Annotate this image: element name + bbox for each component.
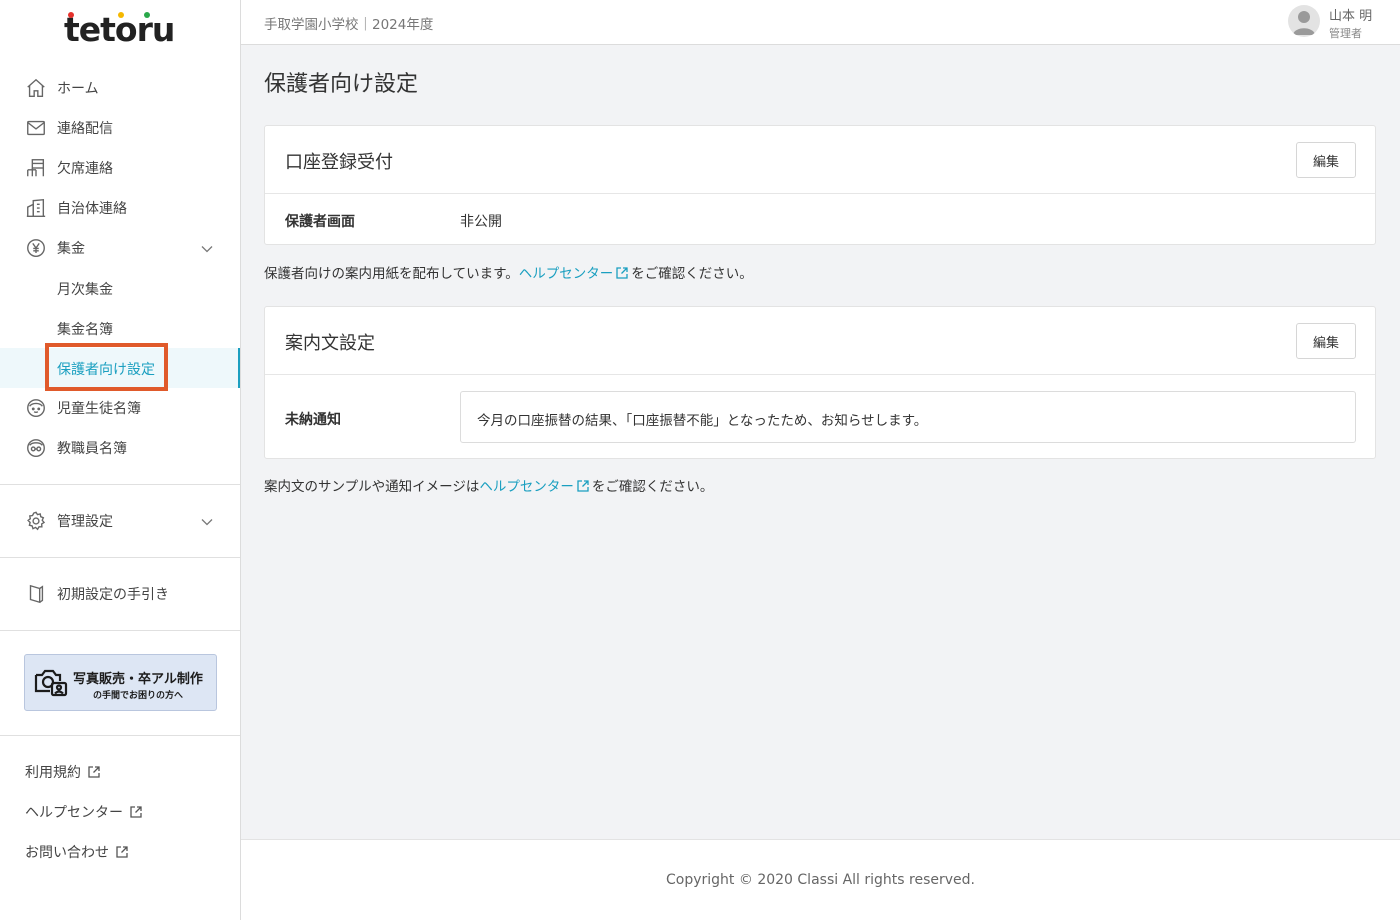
sidebar-subitem-payment-roster[interactable]: 集金名簿: [0, 308, 240, 348]
banner-subtitle: の手間でお困りの方へ: [93, 691, 184, 701]
sidebar-item-label: ホーム: [57, 81, 99, 97]
contact-link-label: お問い合わせ: [25, 845, 109, 861]
unpaid-notice-label: 未納通知: [285, 412, 341, 428]
sidebar-divider: [0, 735, 240, 736]
user-role: 管理者: [1329, 27, 1362, 40]
sidebar-subitem-label: 集金名簿: [57, 322, 113, 338]
school-name: 手取学園小学校｜2024年度: [264, 17, 434, 33]
user-name[interactable]: 山本 明: [1329, 5, 1372, 24]
sidebar-item-label: 集金: [57, 241, 85, 257]
student-icon: [25, 397, 47, 419]
card-title: 案内文設定: [285, 333, 375, 354]
camera-icon: [34, 667, 68, 699]
help-center-inline-label: ヘルプセンター: [479, 479, 574, 495]
guardian-screen-value: 非公開: [460, 214, 502, 230]
logo-dot-green: [144, 12, 150, 18]
unpaid-notice-text: 今月の口座振替の結果、「口座振替不能」となったため、お知らせします。: [477, 413, 928, 429]
chevron-down-icon: [200, 241, 214, 255]
card-title: 口座登録受付: [285, 152, 393, 173]
footer: Copyright © 2020 Classi All rights reser…: [241, 839, 1400, 920]
help-center-inline-link[interactable]: ヘルプセンター: [479, 479, 592, 495]
sidebar-item-label: 自治体連絡: [57, 201, 127, 217]
unpaid-notice-message: 今月の口座振替の結果、「口座振替不能」となったため、お知らせします。: [460, 391, 1356, 443]
edit-button[interactable]: 編集: [1296, 323, 1356, 359]
sidebar-item-label: 教職員名簿: [57, 441, 127, 457]
help-center-inline-link[interactable]: ヘルプセンター: [519, 266, 632, 282]
guide-note: 保護者向けの案内用紙を配布しています。ヘルプセンター をご確認ください。: [264, 262, 753, 282]
sidebar-subitem-label: 月次集金: [57, 282, 113, 298]
sidebar-divider: [0, 557, 240, 558]
sidebar-subitem-monthly-payment[interactable]: 月次集金: [0, 268, 240, 308]
terms-link[interactable]: 利用規約: [25, 762, 101, 782]
banner-title: 写真販売・卒アル制作: [73, 672, 203, 687]
chair-icon: [25, 157, 47, 179]
sidebar-item-label: 初期設定の手引き: [57, 587, 169, 603]
card-header: 案内文設定 編集: [265, 307, 1375, 375]
building-icon: [25, 197, 47, 219]
external-link-icon: [577, 480, 589, 492]
copyright: Copyright © 2020 Classi All rights reser…: [666, 872, 975, 888]
help-center-inline-label: ヘルプセンター: [518, 266, 614, 282]
page-title: 保護者向け設定: [264, 72, 419, 97]
guardian-screen-label: 保護者画面: [285, 214, 355, 230]
chevron-down-icon: [200, 514, 214, 528]
avatar[interactable]: [1288, 5, 1320, 37]
note-text: をご確認ください。: [631, 266, 753, 282]
sidebar-item-messages[interactable]: 連絡配信: [0, 108, 240, 148]
logo-dot-yellow: [118, 12, 124, 18]
account-registration-card: 口座登録受付 編集 保護者画面 非公開: [264, 125, 1376, 245]
note-text: をご確認ください。: [591, 479, 714, 495]
teacher-icon: [25, 437, 47, 459]
home-icon: [25, 77, 47, 99]
gear-icon: [25, 510, 47, 532]
sidebar-item-students[interactable]: 児童生徒名簿: [0, 388, 240, 428]
message-settings-card: 案内文設定 編集 未納通知 今月の口座振替の結果、「口座振替不能」となったため、…: [264, 306, 1376, 459]
external-link-icon: [616, 267, 628, 279]
note-text: 保護者向けの案内用紙を配布しています。: [264, 266, 519, 282]
sidebar: tetoru ホーム 連絡配信 欠席連絡 自治体連絡 集金 月次集金 集金名簿 …: [0, 0, 241, 920]
highlight-box: [45, 343, 168, 391]
app-logo[interactable]: tetoru: [0, 0, 240, 56]
external-link-icon: [130, 806, 142, 818]
sidebar-divider: [0, 484, 240, 485]
help-center-link[interactable]: ヘルプセンター: [25, 802, 143, 822]
sidebar-item-municipality[interactable]: 自治体連絡: [0, 188, 240, 228]
sidebar-item-teachers[interactable]: 教職員名簿: [0, 428, 240, 468]
sidebar-item-label: 管理設定: [57, 514, 113, 530]
sidebar-item-setup-guide[interactable]: 初期設定の手引き: [0, 574, 240, 614]
sidebar-divider: [0, 630, 240, 631]
sidebar-item-label: 児童生徒名簿: [57, 401, 141, 417]
photo-sales-banner[interactable]: 写真販売・卒アル制作 の手間でお困りの方へ: [24, 654, 217, 711]
help-center-link-label: ヘルプセンター: [25, 805, 123, 821]
terms-link-label: 利用規約: [25, 765, 81, 781]
edit-button[interactable]: 編集: [1296, 142, 1356, 178]
sidebar-item-home[interactable]: ホーム: [0, 68, 240, 108]
contact-link[interactable]: お問い合わせ: [25, 842, 129, 862]
top-header: 手取学園小学校｜2024年度 山本 明 管理者: [241, 0, 1400, 45]
sidebar-item-admin-settings[interactable]: 管理設定: [0, 501, 240, 541]
mail-icon: [25, 117, 47, 139]
external-link-icon: [88, 766, 100, 778]
sidebar-item-absence[interactable]: 欠席連絡: [0, 148, 240, 188]
book-icon: [25, 583, 47, 605]
sample-note: 案内文のサンプルや通知イメージはヘルプセンター をご確認ください。: [264, 475, 713, 495]
yen-icon: [25, 237, 47, 259]
logo-dot-red: [68, 12, 74, 18]
external-link-icon: [116, 846, 128, 858]
note-text: 案内文のサンプルや通知イメージは: [264, 479, 480, 495]
sidebar-item-payment[interactable]: 集金: [0, 228, 240, 268]
sidebar-item-label: 連絡配信: [57, 121, 113, 137]
card-header: 口座登録受付 編集: [265, 126, 1375, 194]
sidebar-item-label: 欠席連絡: [57, 161, 113, 177]
